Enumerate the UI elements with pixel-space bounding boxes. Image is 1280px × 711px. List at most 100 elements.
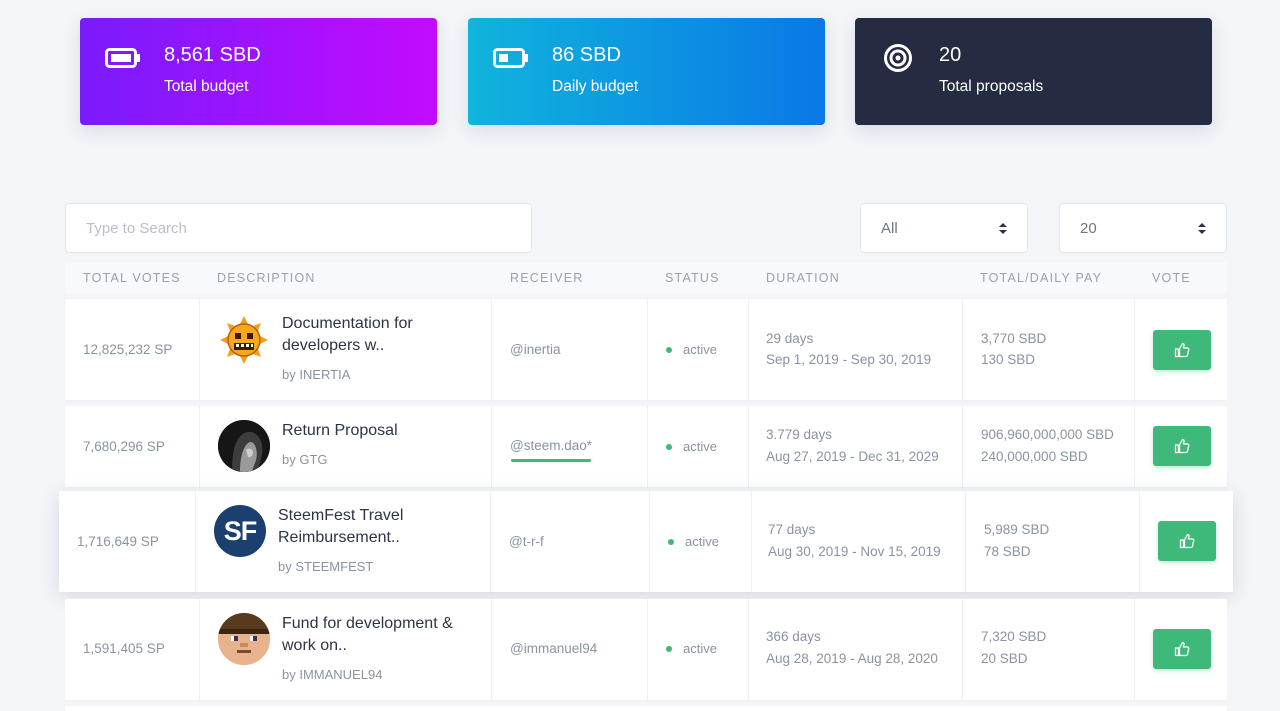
daily-pay: 78 SBD xyxy=(984,544,1031,559)
duration-range: Aug 27, 2019 - Dec 31, 2029 xyxy=(766,449,939,464)
status-filter-value: All xyxy=(881,219,898,237)
thumbs-up-icon xyxy=(1174,342,1190,358)
duration-days: 77 days xyxy=(768,522,816,537)
thumbs-up-icon xyxy=(1174,438,1190,454)
description-cell: Fund for development & work on.. by IMMA… xyxy=(199,599,491,700)
page-size-value: 20 xyxy=(1080,219,1097,237)
status-badge: active xyxy=(683,641,717,656)
proposal-author[interactable]: by STEEMFEST xyxy=(278,559,373,574)
daily-pay: 240,000,000 SBD xyxy=(981,449,1088,464)
select-arrows-icon xyxy=(1198,222,1206,234)
vote-button[interactable] xyxy=(1153,330,1211,370)
header-description[interactable]: DESCRIPTION xyxy=(217,271,316,285)
header-status[interactable]: STATUS xyxy=(665,271,720,285)
duration-cell: 3.779 days Aug 27, 2019 - Dec 31, 2029 xyxy=(748,406,962,487)
pay-cell: 906,960,000,000 SBD 240,000,000 SBD xyxy=(962,406,1134,487)
duration-days: 366 days xyxy=(766,629,821,644)
thumbs-up-icon xyxy=(1179,533,1195,549)
total-proposals-card: 20 Total proposals xyxy=(855,18,1212,125)
total-pay: 5,989 SBD xyxy=(984,522,1050,537)
status-dot-icon xyxy=(666,444,672,450)
daily-budget-label: Daily budget xyxy=(552,78,639,95)
receiver-link[interactable]: @steem.dao* xyxy=(510,438,592,453)
total-proposals-label: Total proposals xyxy=(939,78,1044,95)
total-votes: 1,716,649 SP xyxy=(77,534,159,549)
table-row[interactable]: 1,716,649 SP SF SteemFest Travel Reimbur… xyxy=(59,491,1233,592)
battery-full-icon xyxy=(104,43,142,73)
total-pay: 906,960,000,000 SBD xyxy=(981,427,1114,442)
avatar[interactable] xyxy=(218,613,270,665)
table-row[interactable]: 12,825,232 SP Documentation for develope… xyxy=(65,299,1227,400)
receiver-cell: @immanuel94 xyxy=(491,599,647,700)
table-row[interactable]: 1,591,405 SP Fund for development & work… xyxy=(65,599,1227,700)
duration-range: Aug 30, 2019 - Nov 15, 2019 xyxy=(768,544,941,559)
avatar[interactable]: SF xyxy=(214,505,266,557)
duration-cell: 366 days Aug 28, 2019 - Aug 28, 2020 xyxy=(748,599,962,700)
receiver-cell: @steem.dao* xyxy=(491,406,647,487)
status-dot-icon xyxy=(668,539,674,545)
status-badge: active xyxy=(683,439,717,454)
proposal-title[interactable]: Documentation for developers w.. xyxy=(282,313,413,356)
avatar[interactable] xyxy=(218,314,270,366)
description-cell: SF SteemFest Travel Reimbursement.. by S… xyxy=(195,491,490,592)
header-pay[interactable]: TOTAL/DAILY PAY xyxy=(980,271,1102,285)
total-pay: 7,320 SBD xyxy=(981,629,1047,644)
receiver-cell: @inertia xyxy=(491,299,647,400)
header-duration[interactable]: DURATION xyxy=(766,271,840,285)
target-icon xyxy=(879,43,917,73)
status-cell: active xyxy=(647,599,748,700)
status-filter-select[interactable]: All xyxy=(860,203,1028,253)
page-size-select[interactable]: 20 xyxy=(1059,203,1227,253)
total-pay: 3,770 SBD xyxy=(981,331,1047,346)
vote-cell xyxy=(1134,599,1227,700)
proposal-title[interactable]: Fund for development & work on.. xyxy=(282,613,453,656)
daily-budget-value: 86 SBD xyxy=(552,44,621,66)
total-budget-value: 8,561 SBD xyxy=(164,44,261,66)
select-arrows-icon xyxy=(999,222,1007,234)
vote-button[interactable] xyxy=(1158,521,1216,561)
receiver-cell: @t-r-f xyxy=(490,491,649,592)
table-row[interactable]: 7,680,296 SP Return Proposal by GTG @ste… xyxy=(65,406,1227,487)
vote-button[interactable] xyxy=(1153,629,1211,669)
proposal-title[interactable]: Return Proposal xyxy=(282,420,398,442)
proposal-author[interactable]: by IMMANUEL94 xyxy=(282,667,382,682)
receiver-link[interactable]: @t-r-f xyxy=(509,534,544,549)
total-budget-card: 8,561 SBD Total budget xyxy=(80,18,437,125)
description-cell: Documentation for developers w.. by INER… xyxy=(199,299,491,400)
vote-cell xyxy=(1139,491,1233,592)
search-input[interactable] xyxy=(65,203,532,253)
description-cell: Return Proposal by GTG xyxy=(199,406,491,487)
pay-cell: 7,320 SBD 20 SBD xyxy=(962,599,1134,700)
thumbs-up-icon xyxy=(1174,641,1190,657)
daily-pay: 130 SBD xyxy=(981,352,1036,367)
status-cell: active xyxy=(647,299,748,400)
table-row[interactable] xyxy=(65,706,1227,711)
daily-budget-card: 86 SBD Daily budget xyxy=(468,18,825,125)
status-cell: active xyxy=(649,491,751,592)
receiver-link[interactable]: @immanuel94 xyxy=(510,641,597,656)
pay-cell: 5,989 SBD 78 SBD xyxy=(965,491,1139,592)
total-votes: 12,825,232 SP xyxy=(83,342,173,357)
total-budget-label: Total budget xyxy=(164,78,249,95)
avatar[interactable] xyxy=(218,420,270,472)
receiver-link[interactable]: @inertia xyxy=(510,342,560,357)
vote-button[interactable] xyxy=(1153,426,1211,466)
proposal-author[interactable]: by INERTIA xyxy=(282,367,350,382)
status-cell: active xyxy=(647,406,748,487)
proposal-title[interactable]: SteemFest Travel Reimbursement.. xyxy=(278,505,403,548)
duration-cell: 29 days Sep 1, 2019 - Sep 30, 2019 xyxy=(748,299,962,400)
duration-cell: 77 days Aug 30, 2019 - Nov 15, 2019 xyxy=(751,491,965,592)
header-receiver[interactable]: RECEIVER xyxy=(510,271,584,285)
duration-days: 29 days xyxy=(766,331,814,346)
header-vote: VOTE xyxy=(1152,271,1191,285)
header-total-votes[interactable]: TOTAL VOTES xyxy=(83,271,181,285)
table-header: TOTAL VOTES DESCRIPTION RECEIVER STATUS … xyxy=(65,262,1227,293)
total-votes: 7,680,296 SP xyxy=(83,439,165,454)
status-dot-icon xyxy=(666,347,672,353)
pay-cell: 3,770 SBD 130 SBD xyxy=(962,299,1134,400)
duration-range: Aug 28, 2019 - Aug 28, 2020 xyxy=(766,651,938,666)
proposal-author[interactable]: by GTG xyxy=(282,452,328,467)
total-proposals-value: 20 xyxy=(939,44,962,66)
receiver-underline xyxy=(511,459,591,462)
status-badge: active xyxy=(683,342,717,357)
